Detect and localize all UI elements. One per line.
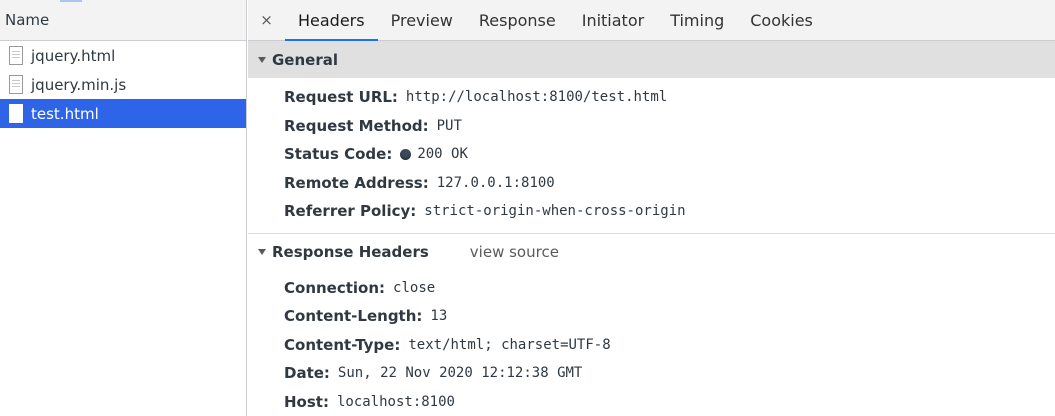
general-section-title: General (272, 50, 338, 69)
header-row-content-type: Content-Type: text/html; charset=UTF-8 (284, 331, 1055, 360)
document-icon (9, 75, 23, 94)
expand-triangle-icon (258, 248, 266, 255)
request-item-label: jquery.min.js (31, 75, 127, 94)
header-value: close (393, 279, 436, 296)
header-accent-line (60, 0, 82, 2)
header-row-status-code: Status Code: 200 OK (284, 140, 1055, 169)
header-key: Request Method: (284, 116, 429, 135)
header-row-request-method: Request Method: PUT (284, 112, 1055, 141)
header-row-date: Date: Sun, 22 Nov 2020 12:12:38 GMT (284, 359, 1055, 388)
header-row-remote-address: Remote Address: 127.0.0.1:8100 (284, 169, 1055, 198)
header-row-request-url: Request URL: http://localhost:8100/test.… (284, 83, 1055, 112)
header-key: Status Code: (284, 145, 393, 164)
header-value: 127.0.0.1:8100 (436, 174, 555, 191)
header-key: Referrer Policy: (284, 202, 417, 221)
request-item-jquery-html[interactable]: jquery.html (0, 41, 246, 70)
tab-cookies[interactable]: Cookies (737, 0, 826, 40)
view-source-link[interactable]: view source (470, 243, 559, 261)
requests-panel: Name jquery.html jquery.min.js test.html (0, 0, 247, 416)
header-key: Request URL: (284, 88, 398, 107)
tab-preview[interactable]: Preview (378, 0, 466, 40)
header-key: Connection: (284, 278, 386, 297)
header-key: Content-Length: (284, 307, 423, 326)
response-headers-title: Response Headers (272, 242, 429, 261)
header-value: 13 (430, 308, 448, 325)
name-column-label: Name (5, 11, 50, 29)
request-item-test-html[interactable]: test.html (0, 99, 246, 128)
header-value: localhost:8100 (336, 393, 455, 410)
request-details-panel: × Headers Preview Response Initiator Tim… (248, 0, 1055, 416)
header-value: strict-origin-when-cross-origin (424, 203, 686, 220)
response-headers-section-header[interactable]: Response Headers view source (248, 232, 1055, 270)
header-row-content-length: Content-Length: 13 (284, 302, 1055, 331)
header-value: Sun, 22 Nov 2020 12:12:38 GMT (337, 365, 583, 382)
expand-triangle-icon (258, 56, 266, 63)
header-key: Host: (284, 392, 329, 411)
tab-initiator[interactable]: Initiator (569, 0, 657, 40)
close-icon[interactable]: × (248, 0, 285, 40)
request-list: jquery.html jquery.min.js test.html (0, 41, 246, 128)
general-section-header[interactable]: General (248, 41, 1055, 78)
request-item-label: jquery.html (31, 46, 116, 65)
details-tabbar: × Headers Preview Response Initiator Tim… (248, 0, 1055, 41)
tab-headers[interactable]: Headers (285, 0, 378, 41)
request-item-jquery-min-js[interactable]: jquery.min.js (0, 70, 246, 99)
header-row-connection: Connection: close (284, 274, 1055, 303)
response-headers-rows: Connection: close Content-Length: 13 Con… (248, 270, 1055, 416)
header-value: PUT (436, 117, 462, 134)
header-value: http://localhost:8100/test.html (405, 89, 668, 106)
header-key: Remote Address: (284, 173, 429, 192)
header-row-referrer-policy: Referrer Policy: strict-origin-when-cros… (284, 197, 1055, 226)
name-column-header[interactable]: Name (0, 0, 246, 41)
header-value: 200 OK (417, 146, 468, 163)
header-key: Content-Type: (284, 335, 401, 354)
header-row-host: Host: localhost:8100 (284, 388, 1055, 416)
header-value: text/html; charset=UTF-8 (408, 336, 611, 353)
status-indicator-icon (400, 148, 412, 160)
tab-response[interactable]: Response (466, 0, 569, 40)
document-icon (9, 46, 23, 65)
general-section-rows: Request URL: http://localhost:8100/test.… (248, 78, 1055, 233)
header-key: Date: (284, 364, 330, 383)
tab-timing[interactable]: Timing (657, 0, 737, 40)
request-item-label: test.html (31, 104, 99, 123)
document-icon (9, 104, 23, 123)
